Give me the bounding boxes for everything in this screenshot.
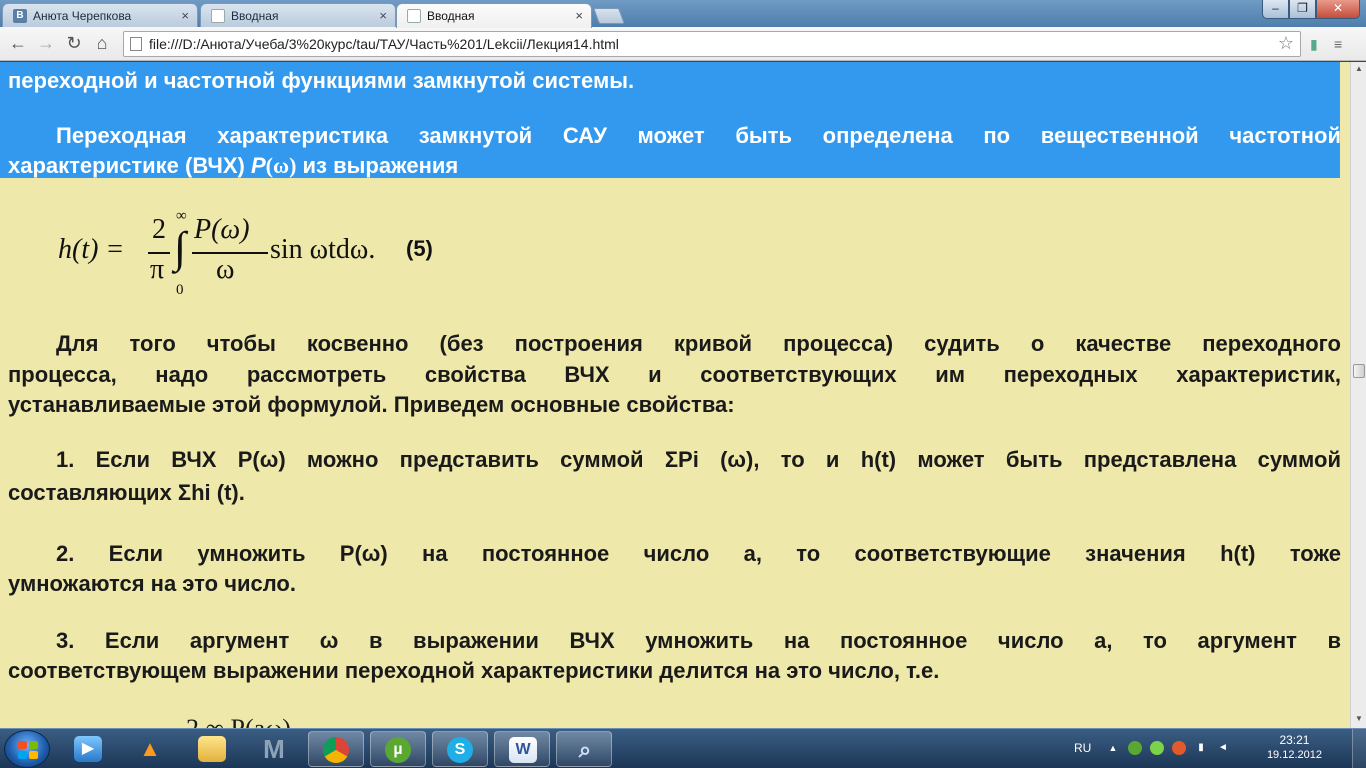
formula-frac-num: 2 <box>152 214 166 245</box>
formula-frac-den: π <box>150 254 165 285</box>
document-icon <box>407 9 421 23</box>
taskbar-vlc[interactable]: ▲ <box>122 731 178 767</box>
start-button[interactable] <box>4 730 50 768</box>
extension-signal-icon[interactable]: ▮ <box>1310 36 1318 53</box>
vertical-scrollbar[interactable]: ▲ ▼ <box>1350 62 1366 728</box>
windows-logo-icon <box>18 741 38 759</box>
media-player-icon: ▶ <box>74 736 102 762</box>
taskbar-chrome[interactable] <box>308 731 364 767</box>
word-icon: W <box>509 737 537 763</box>
taskbar-media-player[interactable]: ▶ <box>60 731 116 767</box>
skype-icon: S <box>447 737 473 763</box>
paragraph-2-line-2: процесса, надо рассмотреть свойства ВЧХ … <box>8 362 1341 387</box>
clock-time: 23:21 <box>1279 733 1310 747</box>
page-content: переходной и частотной функциями замкнут… <box>0 62 1350 728</box>
formula-number: (5) <box>406 236 433 261</box>
scroll-up-arrow-icon[interactable]: ▲ <box>1353 64 1365 76</box>
property-1-line-2: составляющих Σhi (t). <box>8 480 245 505</box>
property-2-line-2: умножаются на это число. <box>8 571 296 596</box>
paragraph-1-line-2: характеристике (ВЧХ) P(ω) из выражения <box>8 151 459 181</box>
home-button[interactable]: ⌂ <box>90 32 114 56</box>
close-tab-icon[interactable]: × <box>379 4 387 28</box>
property-2-line-1: 2. Если умножить P(ω) на постоянное числ… <box>56 541 1341 566</box>
network-icon[interactable]: ▮ <box>1194 741 1208 755</box>
formula-integrand-num: P(ω) <box>194 214 250 245</box>
tab-label: Вводная <box>231 9 279 23</box>
formula-lhs: h(t) = <box>58 234 125 265</box>
tab-vk[interactable]: B Анюта Черепкова × <box>2 3 198 28</box>
formula-rest: sin ωtdω. <box>270 234 376 265</box>
mathcad-icon: M <box>263 734 285 764</box>
window-titlebar: B Анюта Черепкова × Вводная × Вводная × … <box>0 0 1366 28</box>
selected-text-line: переходной и частотной функциями замкнут… <box>8 68 635 93</box>
property-3-line-2: соответствующем выражении переходной хар… <box>8 658 940 683</box>
para1-P: P <box>250 153 266 178</box>
show-desktop-button[interactable] <box>1352 729 1366 768</box>
integral-lower: 0 <box>176 282 184 298</box>
windows-taskbar: ▶ ▲ M µ S W ⌕ RU ▲ ▮ ◄ 23:21 19.12.2012 <box>0 728 1366 768</box>
page-icon <box>130 37 142 51</box>
taskbar-word[interactable]: W <box>494 731 550 767</box>
formula-5: h(t) = 2 π ∫ ∞ 0 P(ω) ω sin ωtdω. (5) <box>58 208 478 300</box>
tab-label: Вводная <box>427 9 475 23</box>
url-text: file:///D:/Анюта/Учеба/3%20курс/tau/ТАУ/… <box>149 36 619 52</box>
tab-vvodnaya-active[interactable]: Вводная × <box>396 3 592 28</box>
paragraph-2-line-3: устанавливаемые этой формулой. Приведем … <box>8 392 735 417</box>
property-3-line-1: 3. Если аргумент ω в выражении ВЧХ умнож… <box>56 628 1341 653</box>
vlc-icon: ▲ <box>139 736 161 761</box>
minimize-button[interactable]: – <box>1262 0 1289 19</box>
chrome-icon <box>323 737 349 763</box>
address-bar[interactable]: file:///D:/Анюта/Учеба/3%20курс/tau/ТАУ/… <box>123 31 1301 57</box>
window-controls: – ❐ ✕ <box>1262 0 1360 19</box>
close-window-button[interactable]: ✕ <box>1316 0 1360 19</box>
back-button[interactable]: ← <box>6 32 30 56</box>
integral-upper: ∞ <box>176 208 187 224</box>
utorrent-icon: µ <box>385 737 411 763</box>
folder-icon <box>198 736 226 762</box>
para1-text-end: из выражения <box>296 153 459 178</box>
paragraph-1-line-1: Переходная характеристика замкнутой САУ … <box>56 123 1341 148</box>
paragraph-2-line-1: Для того чтобы косвенно (без построения … <box>56 331 1341 356</box>
new-tab-button[interactable] <box>593 8 625 24</box>
taskbar-explorer[interactable] <box>184 731 240 767</box>
magnifier-icon: ⌕ <box>578 737 592 762</box>
formula-integrand-den: ω <box>216 254 235 285</box>
volume-icon[interactable]: ◄ <box>1216 741 1230 755</box>
tray-app-icon[interactable] <box>1150 741 1164 755</box>
vk-icon: B <box>13 9 27 23</box>
document-icon <box>211 9 225 23</box>
forward-button[interactable]: → <box>34 32 58 56</box>
system-tray: RU ▲ ▮ ◄ 23:21 19.12.2012 <box>1066 729 1366 768</box>
tab-label: Анюта Черепкова <box>33 9 132 23</box>
tab-vvodnaya-1[interactable]: Вводная × <box>200 3 396 28</box>
tray-app-2-icon[interactable] <box>1172 741 1186 755</box>
taskbar-utorrent[interactable]: µ <box>370 731 426 767</box>
taskbar-skype[interactable]: S <box>432 731 488 767</box>
para1-omega: (ω) <box>265 153 297 178</box>
maximize-button[interactable]: ❐ <box>1289 0 1316 19</box>
close-tab-icon[interactable]: × <box>181 4 189 28</box>
taskbar-mathcad[interactable]: M <box>246 731 302 767</box>
scrollbar-thumb[interactable] <box>1353 364 1365 378</box>
utorrent-tray-icon[interactable] <box>1128 741 1142 755</box>
next-formula-partial: 2 ∞ P(aω) <box>186 714 291 728</box>
property-1-line-1: 1. Если ВЧХ P(ω) можно представить суммо… <box>56 447 1341 472</box>
scroll-down-arrow-icon[interactable]: ▼ <box>1353 714 1365 726</box>
show-hidden-icons-icon[interactable]: ▲ <box>1106 741 1120 755</box>
reload-button[interactable]: ↻ <box>62 32 86 56</box>
menu-wrench-icon[interactable]: ≡ <box>1334 36 1342 52</box>
integral-sign: ∫ <box>174 223 187 272</box>
clock-date: 19.12.2012 <box>1266 749 1322 761</box>
bookmark-star-icon[interactable]: ☆ <box>1278 33 1294 54</box>
close-tab-icon[interactable]: × <box>575 4 583 28</box>
taskbar-magnifier[interactable]: ⌕ <box>556 731 612 767</box>
language-indicator[interactable]: RU <box>1074 741 1091 755</box>
browser-toolbar: ← → ↻ ⌂ file:///D:/Анюта/Учеба/3%20курс/… <box>0 27 1366 61</box>
para1-text: характеристике (ВЧХ) <box>8 153 251 178</box>
clock[interactable]: 23:21 19.12.2012 <box>1267 733 1322 763</box>
